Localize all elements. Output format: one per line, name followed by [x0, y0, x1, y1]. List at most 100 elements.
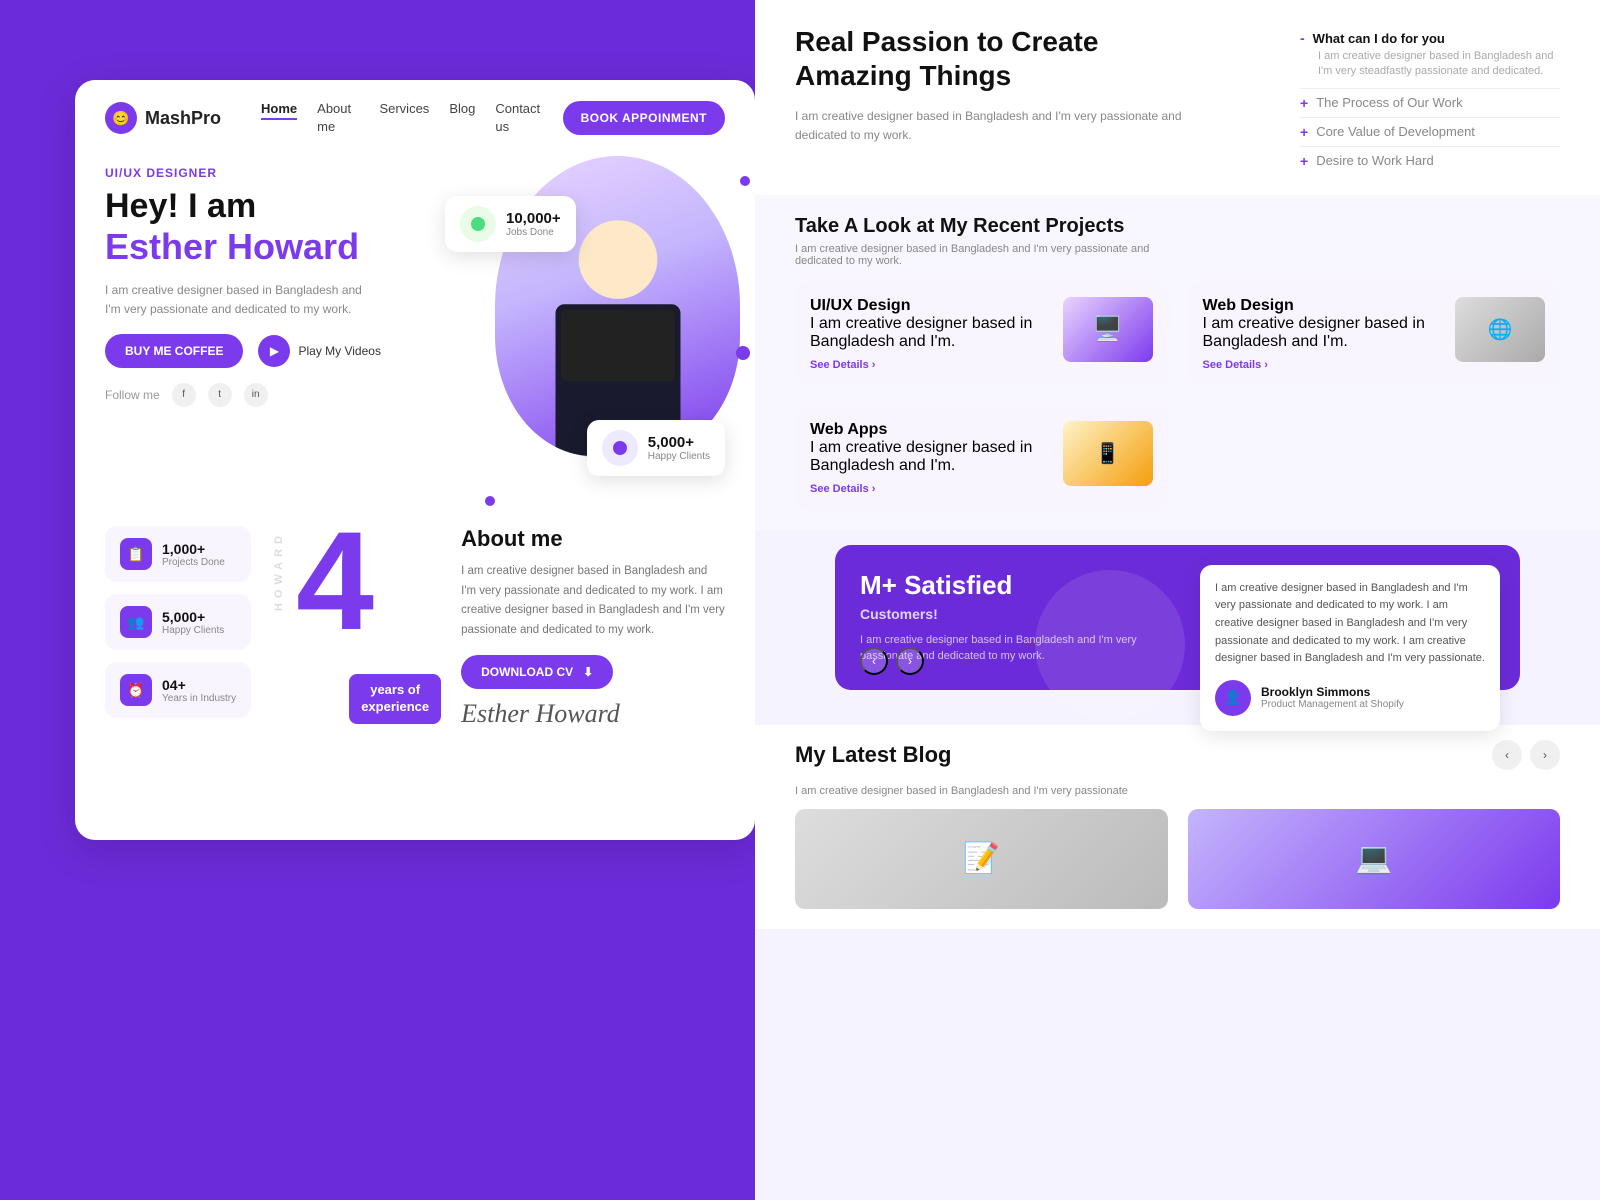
passion-inner: Real Passion to Create Amazing Things I … — [795, 25, 1560, 175]
nav-item-about[interactable]: About me — [317, 100, 359, 136]
big-number-area: 4 HOWARD years ofexperience — [271, 526, 441, 729]
accordion-title-1: + The Process of Our Work — [1300, 95, 1560, 111]
see-details-webdesign[interactable]: See Details › — [1203, 359, 1444, 371]
project-info-webdesign: Web Design I am creative designer based … — [1203, 297, 1444, 371]
author-avatar: 👤 — [1215, 680, 1251, 716]
book-appointment-button[interactable]: BOOK APPOINMENT — [563, 101, 725, 135]
years-icon: ⏰ — [120, 674, 152, 706]
mini-stat-projects-info: 1,000+ Projects Done — [162, 541, 225, 568]
projects-description: I am creative designer based in Banglade… — [795, 243, 1175, 267]
stat-label-jobs: Jobs Done — [506, 227, 561, 238]
dot-1 — [740, 176, 750, 186]
facebook-icon[interactable]: f — [172, 383, 196, 407]
blog-card-1[interactable]: 📝 — [795, 809, 1168, 909]
nav-item-blog[interactable]: Blog — [449, 100, 475, 136]
stat-card-jobs: 10,000+ Jobs Done — [445, 196, 576, 252]
download-icon: ⬇ — [583, 665, 593, 679]
projects-icon: 📋 — [120, 538, 152, 570]
testimonial-next-button[interactable]: › — [896, 647, 924, 675]
stat-num-clients: 5,000+ — [648, 434, 710, 451]
follow-label: Follow me — [105, 388, 160, 402]
blog-card-2[interactable]: 💻 — [1188, 809, 1561, 909]
coffee-button[interactable]: BUY ME COFFEE — [105, 334, 243, 368]
about-text-column: About me I am creative designer based in… — [461, 526, 725, 729]
accordion-item-2[interactable]: + Core Value of Development — [1300, 118, 1560, 147]
navbar: 😊 MashPro Home About me Services Blog Co… — [75, 80, 755, 156]
blog-header: My Latest Blog ‹ › — [795, 740, 1560, 770]
accordion-desc-0: I am creative designer based in Banglade… — [1318, 49, 1560, 80]
blog-nav: ‹ › — [1492, 740, 1560, 770]
accordion-item-3[interactable]: + Desire to Work Hard — [1300, 147, 1560, 175]
projects-section: Take A Look at My Recent Projects I am c… — [755, 195, 1600, 530]
accordion-title-2: + Core Value of Development — [1300, 124, 1560, 140]
see-details-uiux[interactable]: See Details › — [810, 359, 1051, 371]
stat-label-clients: Happy Clients — [648, 451, 710, 462]
big-4: 4 — [296, 511, 374, 651]
logo-icon: 😊 — [105, 102, 137, 134]
play-button[interactable]: ▶ Play My Videos — [258, 335, 380, 367]
mini-stat-projects: 📋 1,000+ Projects Done — [105, 526, 251, 582]
mini-stat-clients-info: 5,000+ Happy Clients — [162, 609, 224, 636]
author-info: Brooklyn Simmons Product Management at S… — [1261, 685, 1404, 710]
stat-info-jobs: 10,000+ Jobs Done — [506, 210, 561, 238]
howard-watermark: HOWARD — [273, 531, 285, 611]
linkedin-icon[interactable]: in — [244, 383, 268, 407]
about-section: 📋 1,000+ Projects Done 👥 5,000+ Happy Cl… — [75, 506, 755, 749]
testimonial-prev-button[interactable]: ‹ — [860, 647, 888, 675]
arrow-right-icon-3: › — [872, 483, 876, 495]
stat-num-jobs: 10,000+ — [506, 210, 561, 227]
dot-3 — [736, 346, 750, 360]
testimonial-section: M+ Satisfied Customers! I am creative de… — [835, 545, 1520, 690]
mini-stat-years: ⏰ 04+ Years in Industry — [105, 662, 251, 718]
main-left-card: 😊 MashPro Home About me Services Blog Co… — [75, 80, 755, 840]
accordion-item-1[interactable]: + The Process of Our Work — [1300, 89, 1560, 118]
mini-stat-clients: 👥 5,000+ Happy Clients — [105, 594, 251, 650]
years-badge: years ofexperience — [349, 674, 441, 724]
nav-item-contact[interactable]: Contact us — [495, 100, 542, 136]
project-thumb-webdesign: 🌐 — [1455, 297, 1545, 362]
testimonial-card-text: I am creative designer based in Banglade… — [1215, 580, 1485, 668]
accordion-item-0[interactable]: - What can I do for you I am creative de… — [1300, 25, 1560, 89]
stats-column: 📋 1,000+ Projects Done 👥 5,000+ Happy Cl… — [105, 526, 251, 729]
project-info-uiux: UI/UX Design I am creative designer base… — [810, 297, 1051, 371]
blog-title: My Latest Blog — [795, 742, 951, 768]
project-info-webapps: Web Apps I am creative designer based in… — [810, 421, 1051, 495]
download-cv-button[interactable]: DOWNLOAD CV ⬇ — [461, 655, 613, 689]
testimonial-card: I am creative designer based in Banglade… — [1200, 565, 1500, 731]
see-details-webapps[interactable]: See Details › — [810, 483, 1051, 495]
arrow-right-icon-2: › — [1264, 359, 1268, 371]
about-description: I am creative designer based in Banglade… — [461, 562, 725, 640]
arrow-right-icon: › — [872, 359, 876, 371]
author-name: Brooklyn Simmons — [1261, 685, 1404, 699]
stat-info-clients: 5,000+ Happy Clients — [648, 434, 710, 462]
dot-4 — [485, 496, 495, 506]
project-card-webdesign: Web Design I am creative designer based … — [1188, 282, 1561, 386]
accordion-title-0: - What can I do for you — [1300, 30, 1560, 46]
blog-description: I am creative designer based in Banglade… — [795, 785, 1560, 797]
nav-links: Home About me Services Blog Contact us — [261, 100, 543, 136]
nav-item-home[interactable]: Home — [261, 100, 297, 136]
passion-content: Real Passion to Create Amazing Things I … — [795, 25, 1215, 175]
jobs-icon — [469, 215, 487, 233]
nav-item-services[interactable]: Services — [379, 100, 429, 136]
passion-description: I am creative designer based in Banglade… — [795, 107, 1195, 145]
play-circle-icon: ▶ — [258, 335, 290, 367]
author-role: Product Management at Shopify — [1261, 699, 1404, 710]
projects-title: Take A Look at My Recent Projects — [795, 215, 1560, 238]
clients-mini-icon: 👥 — [120, 606, 152, 638]
passion-section: Real Passion to Create Amazing Things I … — [755, 0, 1600, 195]
testimonial-nav: ‹ › — [860, 647, 924, 675]
projects-grid: UI/UX Design I am creative designer base… — [795, 282, 1560, 510]
blog-prev-button[interactable]: ‹ — [1492, 740, 1522, 770]
about-title: About me — [461, 526, 725, 552]
testimonial-wrapper: M+ Satisfied Customers! I am creative de… — [755, 530, 1600, 725]
hero-description: I am creative designer based in Banglade… — [105, 281, 365, 319]
stat-circle-clients — [602, 430, 638, 466]
right-panel: Real Passion to Create Amazing Things I … — [755, 0, 1600, 1200]
logo[interactable]: 😊 MashPro — [105, 102, 221, 134]
clients-icon — [611, 439, 629, 457]
blog-next-button[interactable]: › — [1530, 740, 1560, 770]
twitter-icon[interactable]: t — [208, 383, 232, 407]
passion-title: Real Passion to Create Amazing Things — [795, 25, 1215, 92]
testimonial-author: 👤 Brooklyn Simmons Product Management at… — [1215, 680, 1485, 716]
